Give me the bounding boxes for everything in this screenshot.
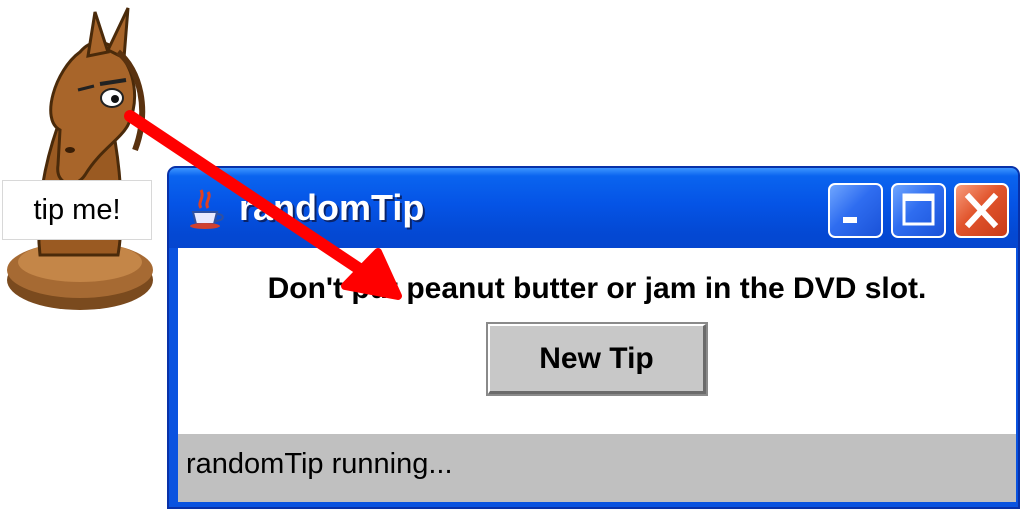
maximize-icon xyxy=(902,193,935,226)
title-bar[interactable]: randomTip xyxy=(169,168,1018,248)
java-cup-icon xyxy=(190,189,224,229)
horse-mascot: tip me! xyxy=(0,0,170,330)
tip-me-sign: tip me! xyxy=(2,180,152,240)
randomtip-window: randomTip Don't put peanut butter or jam… xyxy=(167,166,1020,509)
minimize-icon xyxy=(843,217,857,223)
window-title: randomTip xyxy=(239,187,425,228)
new-tip-button[interactable]: New Tip xyxy=(486,322,708,396)
window-content: Don't put peanut butter or jam in the DV… xyxy=(178,248,1016,434)
tip-label: Don't put peanut butter or jam in the DV… xyxy=(267,272,927,305)
status-bar: randomTip running... xyxy=(178,434,1016,502)
minimize-button[interactable] xyxy=(828,183,883,238)
status-text: randomTip running... xyxy=(186,448,453,480)
close-icon xyxy=(964,192,999,229)
horse-chess-piece-icon xyxy=(7,7,153,310)
close-button[interactable] xyxy=(954,183,1009,238)
maximize-button[interactable] xyxy=(891,183,946,238)
